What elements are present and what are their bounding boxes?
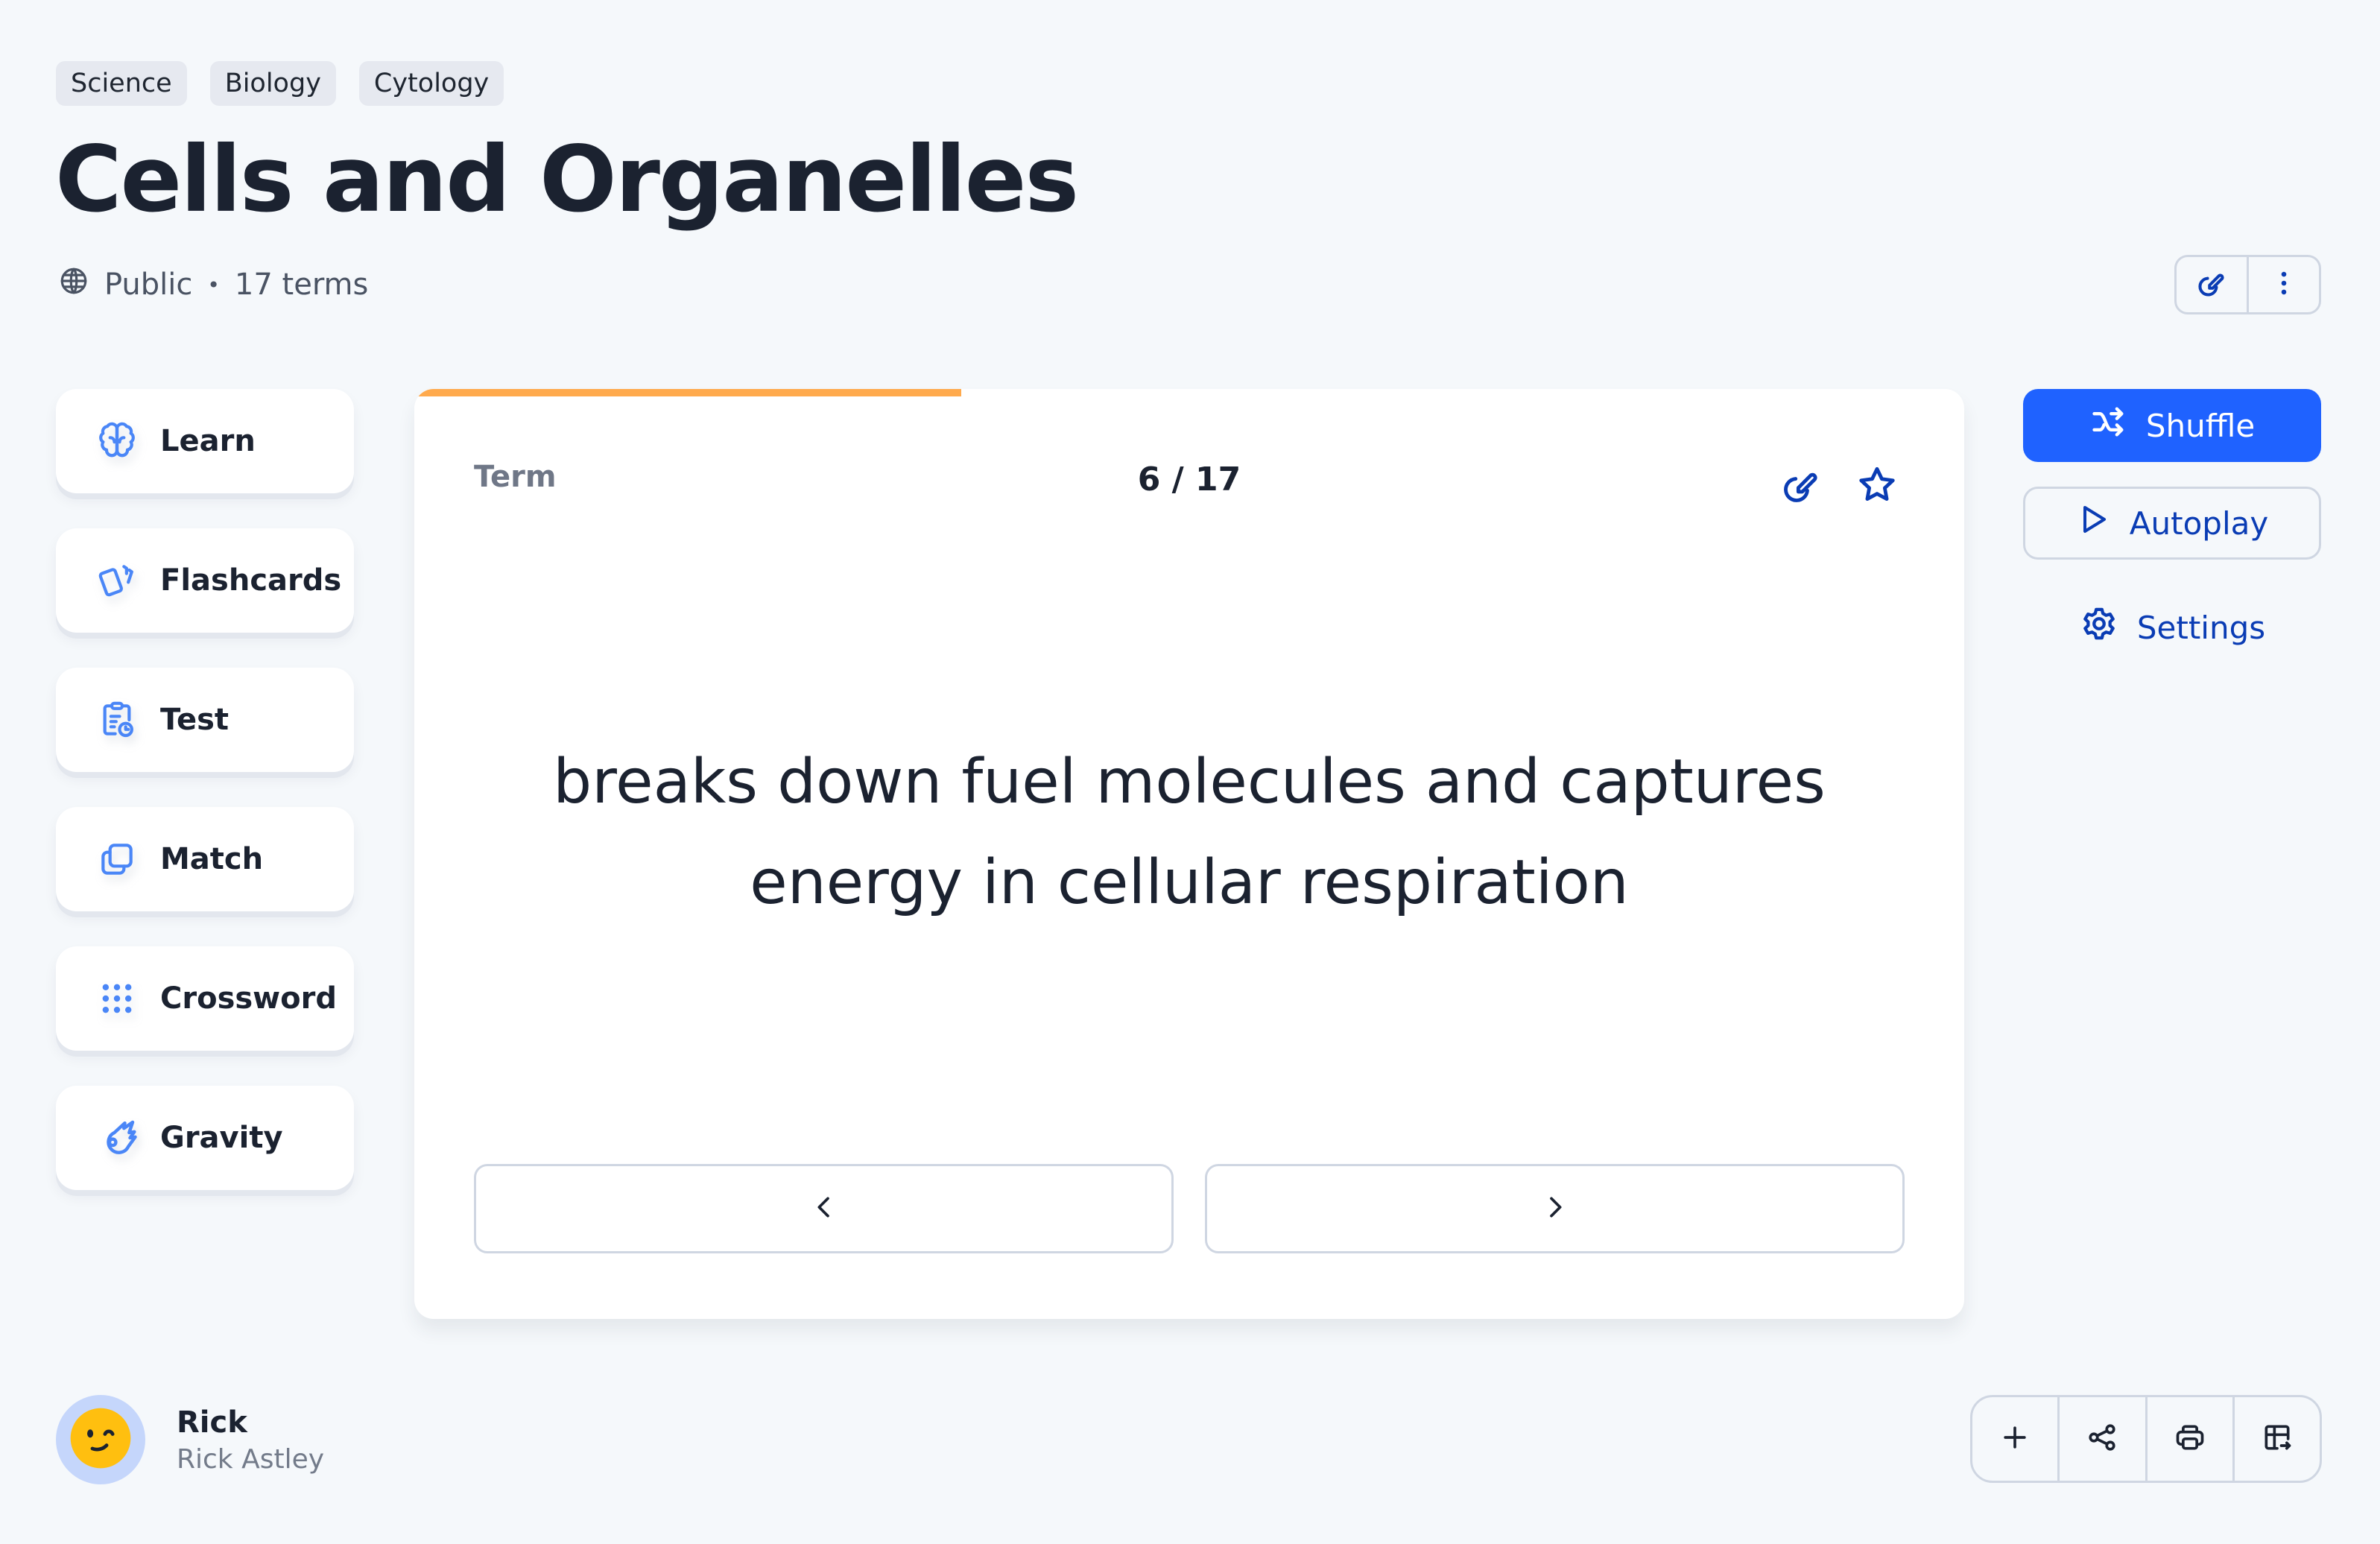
tag-cytology[interactable]: Cytology <box>358 61 504 106</box>
export-button[interactable] <box>2232 1397 2320 1481</box>
chevron-left-icon <box>809 1192 839 1226</box>
edit-pencil-icon <box>2195 267 2228 303</box>
avatar <box>56 1395 145 1484</box>
printer-icon <box>2174 1421 2206 1458</box>
sidebar-item-label: Crossword <box>160 981 337 1016</box>
progress-bar <box>414 389 1964 396</box>
previous-card-button[interactable] <box>474 1164 1174 1253</box>
edit-set-button[interactable] <box>2177 257 2247 312</box>
sidebar-item-label: Test <box>160 703 230 737</box>
sidebar-item-label: Learn <box>160 424 256 458</box>
share-icon <box>2086 1421 2118 1458</box>
play-icon <box>2076 502 2112 545</box>
shuffle-label: Shuffle <box>2145 407 2256 444</box>
visibility-label: Public <box>104 268 193 302</box>
sidebar-item-flashcards[interactable]: Flashcards <box>56 528 354 633</box>
sidebar-item-test[interactable]: Test <box>56 668 354 772</box>
sidebar-item-label: Match <box>160 842 264 876</box>
author-username: Rick Astley <box>177 1443 325 1475</box>
autoplay-button[interactable]: Autoplay <box>2023 487 2321 560</box>
gear-icon <box>2079 604 2119 651</box>
author-info[interactable]: Rick Rick Astley <box>56 1395 324 1484</box>
sidebar-item-learn[interactable]: Learn <box>56 389 354 493</box>
settings-button[interactable]: Settings <box>2023 591 2321 664</box>
card-navigation <box>474 1164 1905 1253</box>
tag-science[interactable]: Science <box>56 61 187 106</box>
next-card-button[interactable] <box>1205 1164 1905 1253</box>
progress-fill <box>414 389 962 396</box>
star-icon <box>1855 466 1899 510</box>
sidebar-item-label: Flashcards <box>160 563 342 598</box>
sidebar-item-label: Gravity <box>160 1121 283 1155</box>
chevron-right-icon <box>1540 1192 1570 1226</box>
star-button[interactable] <box>1855 463 1899 510</box>
copy-squares-icon <box>96 838 138 880</box>
dot-grid-icon <box>96 978 138 1019</box>
set-meta: Public • 17 terms <box>58 265 368 304</box>
edit-card-button[interactable] <box>1779 463 1823 510</box>
shuffle-icon <box>2089 402 2128 449</box>
card-actions <box>1779 463 1899 510</box>
page-title: Cells and Organelles <box>55 127 1079 232</box>
study-modes-sidebar: Learn Flashcards Test Match Crossword Gr… <box>56 389 354 1225</box>
table-export-icon <box>2261 1421 2294 1458</box>
sidebar-item-match[interactable]: Match <box>56 807 354 911</box>
add-button[interactable] <box>1972 1397 2057 1481</box>
sidebar-item-gravity[interactable]: Gravity <box>56 1086 354 1190</box>
globe-icon <box>58 265 89 304</box>
more-vertical-icon <box>2267 267 2300 303</box>
flashcards-icon <box>96 560 138 601</box>
set-toolbar <box>1970 1395 2322 1483</box>
print-button[interactable] <box>2145 1397 2232 1481</box>
card-term-text: breaks down fuel molecules and captures … <box>553 747 1826 918</box>
meteor-icon <box>96 1117 138 1159</box>
edit-pencil-icon <box>1779 472 1823 510</box>
autoplay-label: Autoplay <box>2129 504 2269 542</box>
settings-label: Settings <box>2136 609 2266 646</box>
clipboard-clock-icon <box>96 699 138 741</box>
plus-icon <box>1998 1421 2031 1458</box>
tag-list: Science Biology Cytology <box>56 61 504 106</box>
more-options-button[interactable] <box>2247 257 2319 312</box>
tag-biology[interactable]: Biology <box>209 61 336 106</box>
meta-separator: • <box>207 272 220 297</box>
share-button[interactable] <box>2057 1397 2145 1481</box>
shuffle-button[interactable]: Shuffle <box>2023 389 2321 462</box>
term-count: 17 terms <box>234 268 369 302</box>
brain-icon <box>96 420 138 462</box>
sidebar-item-crossword[interactable]: Crossword <box>56 946 354 1051</box>
playback-controls: Shuffle Autoplay Settings <box>2023 389 2321 664</box>
flashcard[interactable]: Term 6 / 17 breaks down fuel molecules a… <box>414 389 1964 1319</box>
winking-face-icon <box>68 1405 133 1475</box>
header-actions <box>2174 255 2321 314</box>
author-name: Rick <box>177 1405 247 1440</box>
card-counter: 6 / 17 <box>1137 461 1241 499</box>
